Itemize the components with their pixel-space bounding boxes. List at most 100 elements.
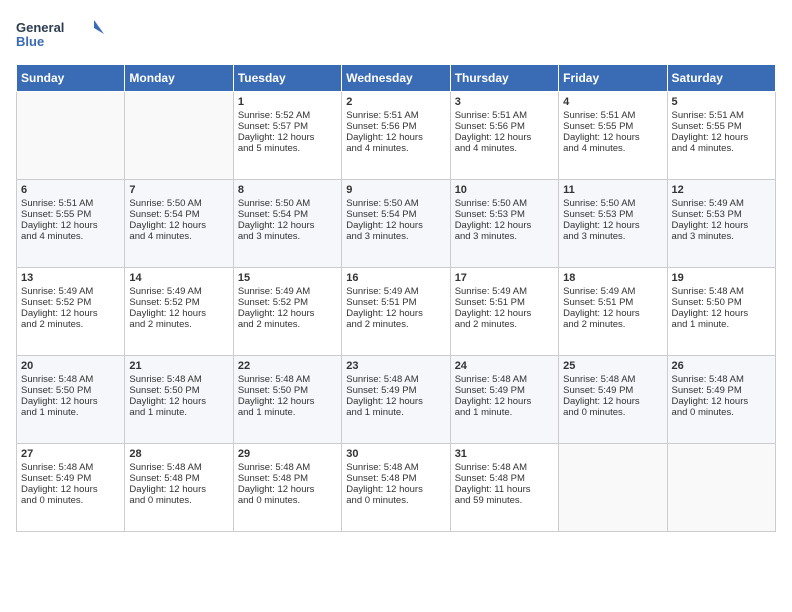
day-number: 26: [672, 360, 771, 372]
day-info: Daylight: 12 hours: [238, 396, 337, 407]
calendar-cell: 9Sunrise: 5:50 AMSunset: 5:54 PMDaylight…: [342, 180, 450, 268]
day-number: 28: [129, 448, 228, 460]
weekday-header-friday: Friday: [559, 65, 667, 92]
day-info: and 1 minute.: [672, 319, 771, 330]
day-info: Sunrise: 5:51 AM: [346, 110, 445, 121]
day-number: 22: [238, 360, 337, 372]
day-number: 10: [455, 184, 554, 196]
day-info: Daylight: 12 hours: [672, 132, 771, 143]
day-info: and 3 minutes.: [238, 231, 337, 242]
day-info: and 1 minute.: [129, 407, 228, 418]
day-number: 16: [346, 272, 445, 284]
calendar-cell: 25Sunrise: 5:48 AMSunset: 5:49 PMDayligh…: [559, 356, 667, 444]
calendar-cell: 20Sunrise: 5:48 AMSunset: 5:50 PMDayligh…: [17, 356, 125, 444]
day-info: Sunset: 5:57 PM: [238, 121, 337, 132]
day-info: and 1 minute.: [455, 407, 554, 418]
calendar-cell: 26Sunrise: 5:48 AMSunset: 5:49 PMDayligh…: [667, 356, 775, 444]
day-info: Daylight: 12 hours: [672, 308, 771, 319]
day-info: Sunset: 5:48 PM: [455, 473, 554, 484]
calendar-header: SundayMondayTuesdayWednesdayThursdayFrid…: [17, 65, 776, 92]
logo-svg: General Blue: [16, 16, 106, 52]
day-info: and 0 minutes.: [672, 407, 771, 418]
day-info: Sunrise: 5:48 AM: [455, 374, 554, 385]
day-number: 9: [346, 184, 445, 196]
day-info: Sunset: 5:51 PM: [455, 297, 554, 308]
day-info: Daylight: 12 hours: [455, 220, 554, 231]
day-number: 18: [563, 272, 662, 284]
day-number: 3: [455, 96, 554, 108]
calendar-cell: 13Sunrise: 5:49 AMSunset: 5:52 PMDayligh…: [17, 268, 125, 356]
day-info: Sunset: 5:49 PM: [563, 385, 662, 396]
day-info: Sunset: 5:49 PM: [21, 473, 120, 484]
calendar-cell: 28Sunrise: 5:48 AMSunset: 5:48 PMDayligh…: [125, 444, 233, 532]
calendar-cell: 3Sunrise: 5:51 AMSunset: 5:56 PMDaylight…: [450, 92, 558, 180]
day-info: Sunset: 5:52 PM: [129, 297, 228, 308]
day-info: Sunset: 5:53 PM: [455, 209, 554, 220]
day-info: Sunset: 5:52 PM: [21, 297, 120, 308]
day-info: and 2 minutes.: [129, 319, 228, 330]
day-info: and 3 minutes.: [563, 231, 662, 242]
day-info: Sunset: 5:50 PM: [129, 385, 228, 396]
day-info: Daylight: 12 hours: [129, 308, 228, 319]
calendar-cell: 15Sunrise: 5:49 AMSunset: 5:52 PMDayligh…: [233, 268, 341, 356]
day-info: Sunset: 5:53 PM: [563, 209, 662, 220]
weekday-header-saturday: Saturday: [667, 65, 775, 92]
calendar-cell: 24Sunrise: 5:48 AMSunset: 5:49 PMDayligh…: [450, 356, 558, 444]
day-info: and 4 minutes.: [21, 231, 120, 242]
day-info: and 2 minutes.: [21, 319, 120, 330]
day-info: Sunset: 5:54 PM: [238, 209, 337, 220]
day-number: 17: [455, 272, 554, 284]
day-number: 23: [346, 360, 445, 372]
calendar-week-row: 13Sunrise: 5:49 AMSunset: 5:52 PMDayligh…: [17, 268, 776, 356]
day-number: 8: [238, 184, 337, 196]
day-info: Sunrise: 5:49 AM: [21, 286, 120, 297]
day-info: Sunrise: 5:49 AM: [455, 286, 554, 297]
day-info: Sunset: 5:51 PM: [563, 297, 662, 308]
day-info: Daylight: 12 hours: [455, 396, 554, 407]
day-number: 13: [21, 272, 120, 284]
day-info: Daylight: 12 hours: [21, 220, 120, 231]
day-info: Daylight: 12 hours: [346, 484, 445, 495]
calendar-cell: 23Sunrise: 5:48 AMSunset: 5:49 PMDayligh…: [342, 356, 450, 444]
day-info: and 0 minutes.: [563, 407, 662, 418]
calendar-cell: 14Sunrise: 5:49 AMSunset: 5:52 PMDayligh…: [125, 268, 233, 356]
day-number: 24: [455, 360, 554, 372]
day-info: Sunrise: 5:50 AM: [563, 198, 662, 209]
day-info: and 5 minutes.: [238, 143, 337, 154]
day-info: and 2 minutes.: [563, 319, 662, 330]
day-info: Sunrise: 5:49 AM: [238, 286, 337, 297]
day-info: and 1 minute.: [346, 407, 445, 418]
calendar-cell: 8Sunrise: 5:50 AMSunset: 5:54 PMDaylight…: [233, 180, 341, 268]
day-info: Sunset: 5:48 PM: [238, 473, 337, 484]
day-info: Sunrise: 5:48 AM: [346, 462, 445, 473]
day-info: Sunrise: 5:48 AM: [238, 462, 337, 473]
day-info: Sunrise: 5:49 AM: [672, 198, 771, 209]
day-info: Daylight: 12 hours: [238, 220, 337, 231]
calendar-cell: 19Sunrise: 5:48 AMSunset: 5:50 PMDayligh…: [667, 268, 775, 356]
calendar-cell: 12Sunrise: 5:49 AMSunset: 5:53 PMDayligh…: [667, 180, 775, 268]
svg-text:General: General: [16, 20, 64, 35]
calendar-week-row: 20Sunrise: 5:48 AMSunset: 5:50 PMDayligh…: [17, 356, 776, 444]
day-info: and 3 minutes.: [672, 231, 771, 242]
calendar-cell: 30Sunrise: 5:48 AMSunset: 5:48 PMDayligh…: [342, 444, 450, 532]
day-number: 11: [563, 184, 662, 196]
day-info: Daylight: 12 hours: [563, 396, 662, 407]
day-info: Daylight: 12 hours: [563, 220, 662, 231]
calendar-cell: 5Sunrise: 5:51 AMSunset: 5:55 PMDaylight…: [667, 92, 775, 180]
day-info: Sunset: 5:55 PM: [21, 209, 120, 220]
day-info: Sunrise: 5:51 AM: [563, 110, 662, 121]
day-info: Daylight: 12 hours: [346, 308, 445, 319]
day-info: and 2 minutes.: [346, 319, 445, 330]
calendar-cell: 7Sunrise: 5:50 AMSunset: 5:54 PMDaylight…: [125, 180, 233, 268]
day-info: Sunrise: 5:48 AM: [672, 286, 771, 297]
day-info: Sunrise: 5:51 AM: [455, 110, 554, 121]
day-info: and 2 minutes.: [455, 319, 554, 330]
weekday-header-tuesday: Tuesday: [233, 65, 341, 92]
logo: General Blue: [16, 16, 106, 52]
day-info: and 1 minute.: [238, 407, 337, 418]
calendar-cell: 17Sunrise: 5:49 AMSunset: 5:51 PMDayligh…: [450, 268, 558, 356]
day-info: Sunrise: 5:48 AM: [21, 462, 120, 473]
day-number: 21: [129, 360, 228, 372]
day-info: Daylight: 12 hours: [346, 396, 445, 407]
day-info: Sunrise: 5:48 AM: [455, 462, 554, 473]
